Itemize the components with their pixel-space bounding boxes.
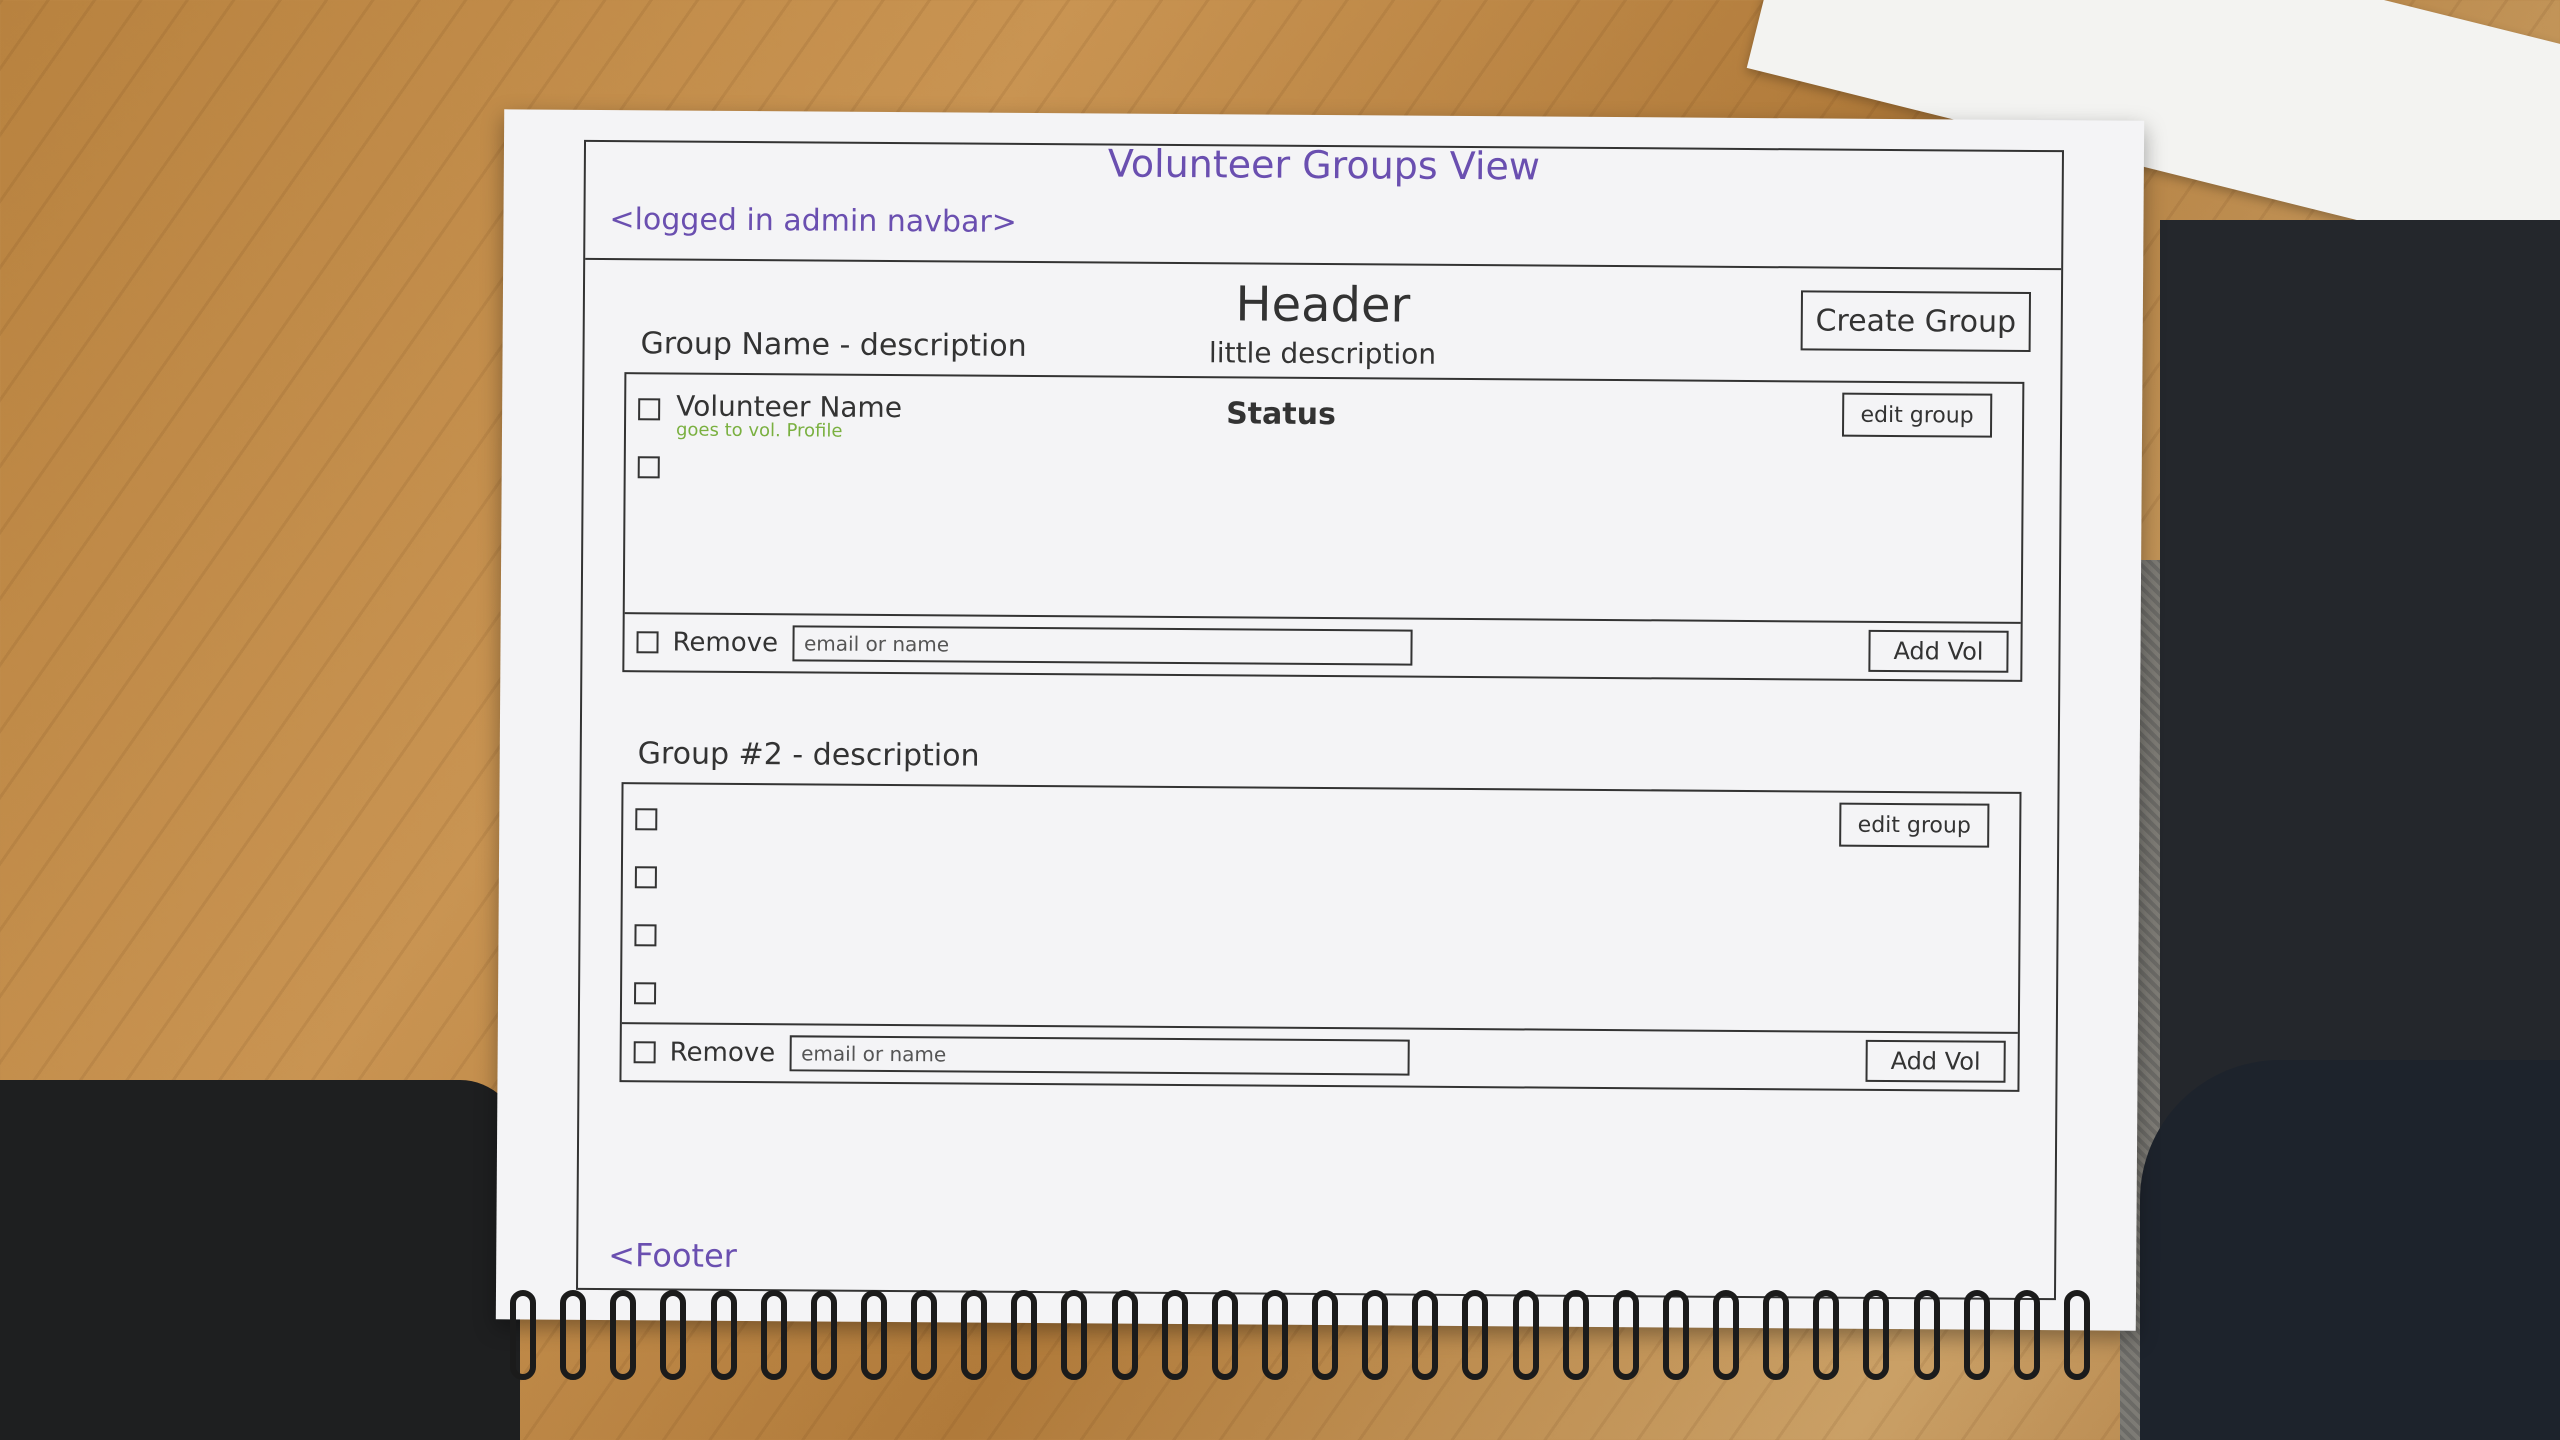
group-card: Group Name - description edit group Stat… <box>622 326 2025 682</box>
chair <box>2140 1060 2560 1440</box>
select-all-checkbox[interactable] <box>636 631 659 654</box>
volunteer-row[interactable] <box>635 802 673 860</box>
volunteer-checkbox[interactable] <box>638 398 661 421</box>
volunteer-name[interactable]: Volunteer Name <box>676 389 902 424</box>
group-heading: Group Name - description <box>640 326 1027 364</box>
group-actions-bar: Remove Add Vol <box>621 1022 2018 1090</box>
volunteer-row[interactable] <box>634 918 672 976</box>
dark-object <box>0 1080 520 1440</box>
status-label: Status <box>1226 396 1337 433</box>
volunteer-checkbox[interactable] <box>634 866 657 889</box>
email-or-name-input[interactable] <box>789 1035 1410 1076</box>
remove-button[interactable]: Remove <box>670 1037 776 1068</box>
edit-group-button[interactable]: edit group <box>1841 392 1993 438</box>
wireframe-frame: Volunteer Groups View <logged in admin n… <box>576 139 2064 1301</box>
volunteer-list: Volunteer Name goes to vol. Profile <box>637 389 902 510</box>
create-group-button[interactable]: Create Group <box>1800 290 2032 352</box>
group-actions-bar: Remove Add Vol <box>624 612 2021 680</box>
volunteer-checkbox[interactable] <box>637 456 660 479</box>
select-all-checkbox[interactable] <box>633 1041 656 1064</box>
add-volunteer-button[interactable]: Add Vol <box>1868 629 2009 673</box>
volunteer-row[interactable]: Volunteer Name goes to vol. Profile <box>638 389 902 452</box>
page-title: Volunteer Groups View <box>1107 141 1541 189</box>
page-footer: <Footer <box>608 1236 738 1275</box>
remove-button[interactable]: Remove <box>672 627 778 658</box>
volunteer-checkbox[interactable] <box>635 808 658 831</box>
notebook-spiral <box>510 1290 2090 1380</box>
volunteer-row[interactable] <box>637 450 901 510</box>
group-heading: Group #2 - description <box>637 736 980 774</box>
volunteer-checkbox[interactable] <box>634 924 657 947</box>
group-card: Group #2 - description edit group Remove… <box>619 736 2022 1092</box>
volunteer-row[interactable] <box>634 860 673 918</box>
edit-group-button[interactable]: edit group <box>1839 802 1990 848</box>
email-or-name-input[interactable] <box>791 625 1413 666</box>
admin-navbar[interactable]: <logged in admin navbar> <box>585 189 2062 271</box>
notebook-sheet: Volunteer Groups View <logged in admin n… <box>495 109 2145 1331</box>
volunteer-list <box>633 802 674 1034</box>
volunteer-checkbox[interactable] <box>633 982 657 1005</box>
add-volunteer-button[interactable]: Add Vol <box>1865 1039 2006 1083</box>
